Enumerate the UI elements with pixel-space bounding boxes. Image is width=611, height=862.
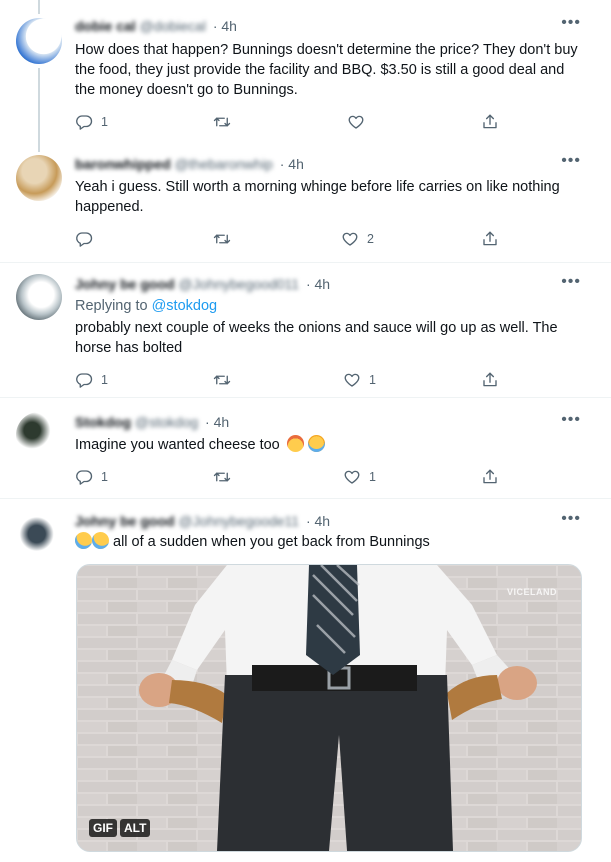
gif-badge: GIF xyxy=(89,819,117,837)
reply-count: 1 xyxy=(101,373,108,387)
heart-icon xyxy=(343,371,361,389)
avatar[interactable] xyxy=(16,18,62,64)
retweet-button[interactable] xyxy=(213,371,239,389)
replying-to: Replying to @stokdog xyxy=(75,298,217,314)
avatar[interactable] xyxy=(16,155,62,201)
media-watermark: VICELAND xyxy=(506,587,557,597)
heart-icon xyxy=(343,468,361,486)
retweet-icon xyxy=(213,468,231,486)
author-name[interactable]: Johny be good xyxy=(75,513,175,529)
reply-count: 1 xyxy=(101,470,108,484)
tweet-header: baronwhipped @thebaronwhip · 4h xyxy=(75,156,304,172)
author-name[interactable]: Johny be good xyxy=(75,276,175,292)
replying-to-handle[interactable]: @stokdog xyxy=(152,298,218,314)
tweet-text: probably next couple of weeks the onions… xyxy=(75,320,558,356)
heart-icon xyxy=(341,230,359,248)
reply-button[interactable]: 1 xyxy=(75,113,108,131)
action-bar: 1 xyxy=(75,113,505,133)
heart-icon xyxy=(347,113,365,131)
tweet-text: Imagine you wanted cheese too xyxy=(75,435,580,455)
like-button[interactable]: 1 xyxy=(343,468,376,486)
like-button[interactable]: 1 xyxy=(343,371,376,389)
share-icon xyxy=(481,113,499,131)
share-button[interactable] xyxy=(481,230,499,248)
retweet-button[interactable] xyxy=(213,230,239,248)
gif-media[interactable]: VICELAND GIF ALT xyxy=(76,564,582,852)
more-dots-icon[interactable]: ••• xyxy=(561,273,581,291)
share-icon xyxy=(481,230,499,248)
more-dots-icon[interactable]: ••• xyxy=(561,510,581,528)
share-icon xyxy=(481,371,499,389)
author-handle[interactable]: @Johnybegoode11 xyxy=(178,513,299,529)
action-bar: 1 1 xyxy=(75,371,505,391)
avatar[interactable] xyxy=(16,274,62,320)
tweet-4[interactable]: Stokdog @stokdog · 4h ••• Imagine you wa… xyxy=(0,398,611,498)
like-button[interactable]: 2 xyxy=(341,230,374,248)
tears-of-joy-emoji-icon xyxy=(307,435,325,452)
avatar[interactable] xyxy=(16,511,62,557)
replying-to-label: Replying to xyxy=(75,298,152,314)
share-icon xyxy=(481,468,499,486)
retweet-icon xyxy=(213,371,231,389)
reply-icon xyxy=(75,371,93,389)
alt-badge[interactable]: ALT xyxy=(120,819,151,837)
rolling-laughing-emoji-icon xyxy=(88,528,113,553)
reply-button[interactable]: 1 xyxy=(75,371,108,389)
tweet-header: Johny be good @Johnybegood011 · 4h xyxy=(75,276,330,292)
timestamp[interactable]: · 4h xyxy=(280,156,304,172)
timestamp[interactable]: · 4h xyxy=(306,276,330,292)
tweet-text: all of a sudden when you get back from B… xyxy=(71,528,580,553)
exploding-head-emoji-icon xyxy=(286,435,304,452)
tweet-text-content: Imagine you wanted cheese too xyxy=(75,437,280,453)
timestamp[interactable]: · 4h xyxy=(213,18,237,34)
author-handle[interactable]: @dobiecal xyxy=(140,18,206,34)
tweet-header: Stokdog @stokdog · 4h xyxy=(75,414,229,430)
reply-icon xyxy=(75,468,93,486)
timestamp[interactable]: · 4h xyxy=(306,513,330,529)
retweet-icon xyxy=(213,113,231,131)
author-name[interactable]: Stokdog xyxy=(75,414,131,430)
reply-icon xyxy=(75,230,93,248)
share-button[interactable] xyxy=(481,371,499,389)
retweet-button[interactable] xyxy=(213,468,239,486)
like-count: 2 xyxy=(367,232,374,246)
more-dots-icon[interactable]: ••• xyxy=(561,152,581,170)
tweet-header: dobie cal @dobiecal · 4h xyxy=(75,18,237,34)
tweet-text-content: all of a sudden when you get back from B… xyxy=(113,534,430,550)
more-dots-icon[interactable]: ••• xyxy=(561,14,581,32)
author-handle[interactable]: @thebaronwhip xyxy=(175,156,273,172)
tweet-text: How does that happen? Bunnings doesn't d… xyxy=(75,42,578,98)
tweet-header: Johny be good @Johnybegoode11 · 4h xyxy=(75,513,330,529)
author-name[interactable]: dobie cal xyxy=(75,18,136,34)
share-button[interactable] xyxy=(481,468,499,486)
reply-button[interactable]: 1 xyxy=(75,468,108,486)
tweet-text: Yeah i guess. Still worth a morning whin… xyxy=(75,179,560,215)
tweet-1[interactable]: dobie cal @dobiecal · 4h ••• How does th… xyxy=(0,0,611,150)
retweet-button[interactable] xyxy=(213,113,239,131)
author-name[interactable]: baronwhipped xyxy=(75,156,171,172)
more-dots-icon[interactable]: ••• xyxy=(561,411,581,429)
like-count: 1 xyxy=(369,373,376,387)
reply-count: 1 xyxy=(101,115,108,129)
empty-pockets-gif-image xyxy=(77,565,581,851)
tweet-2[interactable]: baronwhipped @thebaronwhip · 4h ••• Yeah… xyxy=(0,150,611,260)
action-bar: 1 1 xyxy=(75,468,505,488)
like-button[interactable] xyxy=(347,113,373,131)
share-button[interactable] xyxy=(481,113,499,131)
author-handle[interactable]: @Johnybegood011 xyxy=(178,276,299,292)
retweet-icon xyxy=(213,230,231,248)
like-count: 1 xyxy=(369,470,376,484)
author-handle[interactable]: @stokdog xyxy=(135,414,198,430)
reply-button[interactable] xyxy=(75,230,101,248)
avatar[interactable] xyxy=(16,412,62,458)
timestamp[interactable]: · 4h xyxy=(205,414,229,430)
reply-icon xyxy=(75,113,93,131)
tweet-3[interactable]: Johny be good @Johnybegood011 · 4h ••• R… xyxy=(0,263,611,397)
action-bar: 2 xyxy=(75,230,505,250)
